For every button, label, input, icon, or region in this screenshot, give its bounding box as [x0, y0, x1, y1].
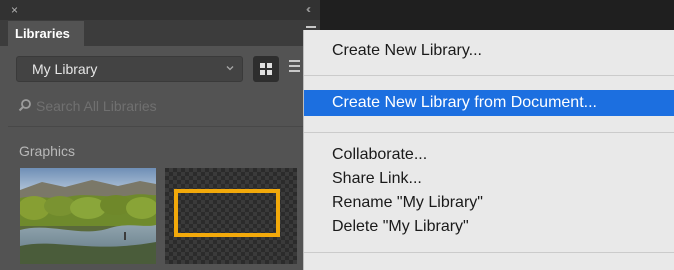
panel-titlebar: × ‹‹: [0, 0, 320, 20]
graphic-thumbnail-landscape[interactable]: [20, 168, 156, 264]
search-icon: [18, 99, 31, 112]
divider: [8, 126, 320, 127]
landscape-image: [20, 168, 156, 264]
tab-libraries[interactable]: Libraries: [8, 21, 84, 46]
menu-item-rename-library[interactable]: Rename "My Library": [304, 190, 674, 216]
collapse-panel-icon[interactable]: ‹‹: [306, 2, 311, 16]
menu-item-delete-library[interactable]: Delete "My Library": [304, 214, 674, 240]
search-input[interactable]: [36, 96, 296, 116]
close-icon[interactable]: ×: [11, 3, 18, 17]
orange-rectangle-graphic: [174, 189, 280, 237]
libraries-flyout-menu: Create New Library... Create New Library…: [303, 30, 674, 270]
menu-item-create-library-from-document[interactable]: Create New Library from Document...: [304, 90, 674, 116]
library-select[interactable]: My Library: [16, 56, 243, 82]
menu-separator: [304, 75, 674, 76]
grid-view-button[interactable]: [253, 56, 279, 82]
chevron-down-icon: [226, 66, 234, 71]
menu-item-collaborate[interactable]: Collaborate...: [304, 142, 674, 168]
graphic-thumbnail-orange-rectangle[interactable]: [165, 168, 297, 264]
section-label-graphics: Graphics: [19, 143, 76, 159]
list-view-button[interactable]: [289, 60, 303, 78]
grid-icon: [260, 63, 272, 75]
menu-separator: [304, 132, 674, 133]
library-select-value: My Library: [32, 61, 98, 77]
menu-item-create-new-library[interactable]: Create New Library...: [304, 38, 674, 64]
menu-item-share-link[interactable]: Share Link...: [304, 166, 674, 192]
libraries-panel: × ‹‹ Libraries My Library Graphics: [0, 0, 320, 270]
menu-separator: [304, 252, 674, 253]
workspace-background: [320, 0, 674, 30]
